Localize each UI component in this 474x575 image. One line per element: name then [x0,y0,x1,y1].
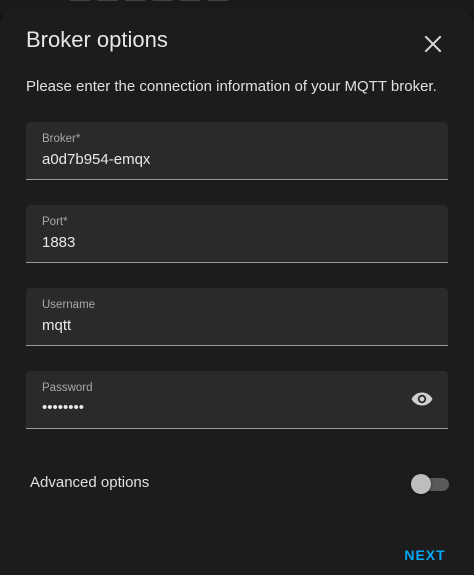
close-icon [424,35,442,53]
toggle-password-visibility-button[interactable] [410,387,434,411]
port-field-label: Port* [42,216,68,228]
username-field-label: Username [42,299,96,311]
toggle-thumb [411,474,431,494]
username-field[interactable]: Username mqtt [26,288,448,346]
password-field-label: Password [42,382,93,394]
dialog-title: Broker options [26,27,168,52]
username-field-value[interactable]: mqtt [42,317,71,334]
advanced-options-label: Advanced options [30,474,150,491]
broker-field-value[interactable]: a0d7b954-emqx [42,151,150,168]
password-field[interactable]: Password •••••••• [26,371,448,429]
broker-options-dialog: Broker options Please enter the connecti… [0,8,474,575]
eye-icon [411,392,433,406]
advanced-options-toggle[interactable] [411,473,449,495]
close-button[interactable] [417,28,449,60]
broker-field-label: Broker* [42,133,81,145]
password-field-value[interactable]: •••••••• [42,399,84,416]
next-button[interactable]: NEXT [396,541,454,569]
port-field-value[interactable]: 1883 [42,234,75,251]
broker-field[interactable]: Broker* a0d7b954-emqx [26,122,448,180]
dialog-description: Please enter the connection information … [26,78,437,95]
port-field[interactable]: Port* 1883 [26,205,448,263]
